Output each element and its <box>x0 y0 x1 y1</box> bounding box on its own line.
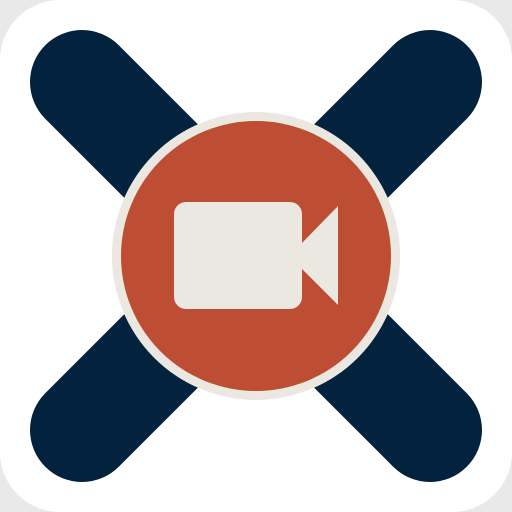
camera-body <box>174 202 302 309</box>
app-icon-graphic <box>0 0 512 512</box>
app-icon[interactable] <box>0 0 512 512</box>
